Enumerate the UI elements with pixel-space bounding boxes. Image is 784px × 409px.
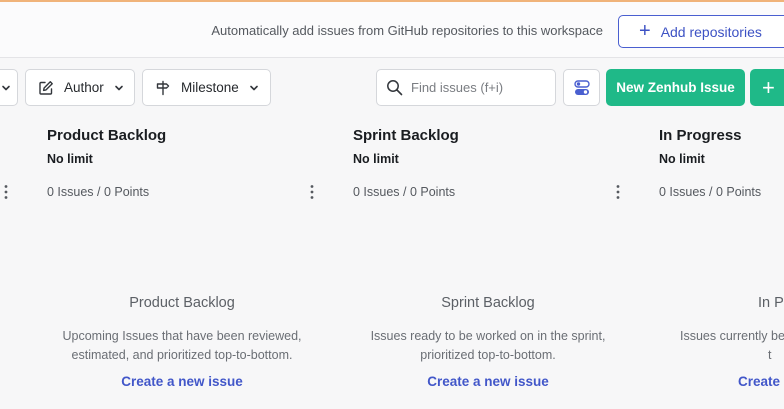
filter-dropdown-truncated[interactable] xyxy=(0,69,18,106)
create-new-issue-link[interactable]: Create a new issue xyxy=(30,374,334,389)
pipeline-title: Sprint Backlog xyxy=(353,127,459,144)
vertical-dots-icon[interactable] xyxy=(612,184,624,200)
pipeline-title: Product Backlog xyxy=(47,127,167,144)
milestone-filter-label: Milestone xyxy=(181,80,239,95)
board-toolbar: Author Milestone New Zenhub Issue + xyxy=(0,58,784,118)
empty-state-description-line: Issues ready to be worked on in the spri… xyxy=(370,329,606,343)
empty-state-description: Issues currently be t xyxy=(680,327,784,365)
pipeline-column-product-backlog: Product Backlog No limit 0 Issues / 0 Po… xyxy=(30,118,320,409)
milestone-filter-button[interactable]: Milestone xyxy=(142,69,271,106)
pipeline-limit: No limit xyxy=(353,152,399,166)
empty-state-description-line: Issues currently be xyxy=(680,329,784,343)
author-filter-button[interactable]: Author xyxy=(25,69,135,106)
empty-state-description-line: t xyxy=(768,348,772,362)
empty-state-title: In Pr xyxy=(758,295,784,311)
empty-state-description: Issues ready to be worked on in the spri… xyxy=(336,327,640,365)
pipeline-limit: No limit xyxy=(659,152,705,166)
add-repositories-label: Add repositories xyxy=(660,23,762,40)
pipeline-column-in-progress: In Progress No limit 0 Issues / 0 Points… xyxy=(642,118,784,409)
chevron-down-icon xyxy=(249,85,258,90)
banner-text: Automatically add issues from GitHub rep… xyxy=(211,23,603,38)
signpost-icon xyxy=(156,80,170,95)
empty-state-title: Sprint Backlog xyxy=(441,295,535,311)
pencil-square-icon xyxy=(39,80,53,95)
pipeline-count: 0 Issues / 0 Points xyxy=(47,185,150,199)
pipeline-column-sprint-backlog: Sprint Backlog No limit 0 Issues / 0 Poi… xyxy=(336,118,626,409)
search-input[interactable] xyxy=(411,80,551,95)
toggle-switch-icon xyxy=(573,79,590,95)
search-icon xyxy=(387,80,403,96)
new-zenhub-issue-button[interactable]: New Zenhub Issue xyxy=(606,69,745,106)
add-new-button[interactable]: + xyxy=(750,69,784,106)
vertical-dots-icon[interactable] xyxy=(306,184,318,200)
chevron-down-icon xyxy=(114,85,123,90)
pipeline-limit: No limit xyxy=(47,152,93,166)
empty-state-description: Upcoming Issues that have been reviewed,… xyxy=(30,327,334,365)
empty-state-description-line: estimated, and prioritized top-to-bottom… xyxy=(71,348,293,362)
empty-state-description-line: prioritized top-to-bottom. xyxy=(420,348,556,362)
vertical-dots-icon[interactable] xyxy=(2,184,10,200)
repositories-banner: Automatically add issues from GitHub rep… xyxy=(0,2,784,58)
add-repositories-button[interactable]: + Add repositories xyxy=(618,15,784,48)
pipeline-count: 0 Issues / 0 Points xyxy=(353,185,456,199)
chevron-down-icon xyxy=(2,85,10,90)
plus-icon: + xyxy=(639,19,651,42)
pipeline-count: 0 Issues / 0 Points xyxy=(659,185,762,199)
search-box[interactable] xyxy=(376,69,556,106)
create-new-issue-link[interactable]: Create xyxy=(738,374,784,389)
empty-state-title: Product Backlog xyxy=(129,295,235,311)
empty-state-description-line: Upcoming Issues that have been reviewed, xyxy=(62,329,302,343)
pipeline-title: In Progress xyxy=(659,127,742,144)
create-new-issue-link[interactable]: Create a new issue xyxy=(336,374,640,389)
author-filter-label: Author xyxy=(64,80,104,95)
view-toggle-button[interactable] xyxy=(563,69,600,106)
